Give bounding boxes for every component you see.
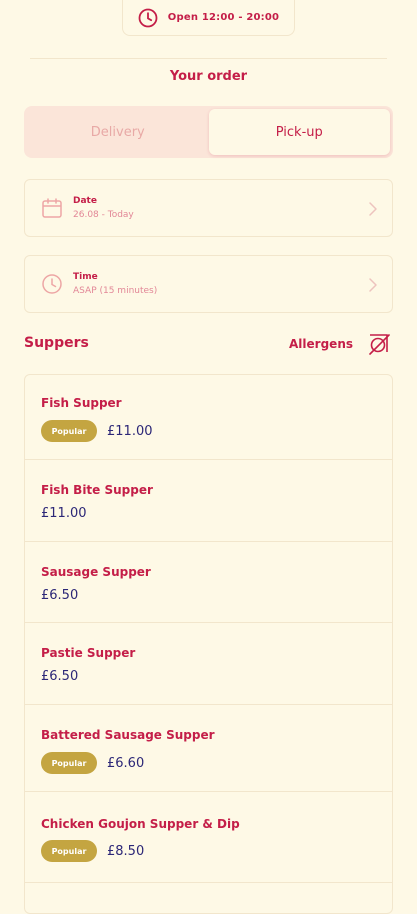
item-price: £11.00	[41, 506, 87, 521]
item-name: Battered Sausage Supper	[41, 728, 215, 742]
menu-item[interactable]: Chicken Goujon Supper & Dip Popular £8.5…	[25, 792, 392, 883]
date-label: Date	[73, 196, 97, 206]
popular-badge: Popular	[41, 752, 97, 774]
clock-icon	[138, 8, 158, 27]
allergens-button[interactable]: Allergens	[289, 337, 353, 351]
item-price: £6.50	[41, 669, 79, 684]
menu-item[interactable]: Fish Bite Supper £11.00	[25, 460, 392, 542]
section-title: Suppers	[24, 335, 89, 351]
menu-list: Fish Supper Popular £11.00 Fish Bite Sup…	[24, 374, 393, 914]
time-picker-text: Time ASAP (15 minutes)	[73, 272, 157, 296]
item-name: Chicken Goujon Supper & Dip	[41, 817, 240, 831]
chevron-right-icon	[369, 202, 377, 216]
item-price-row: Popular £11.00	[41, 420, 153, 442]
item-price-row: £6.50	[41, 669, 78, 684]
pickup-option[interactable]: Pick-up	[208, 109, 390, 155]
time-picker[interactable]: Time ASAP (15 minutes)	[24, 255, 393, 313]
divider	[30, 58, 387, 59]
opening-hours-text: Open 12:00 - 20:00	[167, 12, 280, 23]
menu-item[interactable]: Sausage Supper £6.50	[25, 542, 392, 623]
item-price: £6.60	[107, 755, 145, 771]
delivery-option[interactable]: Delivery	[27, 109, 209, 155]
opening-hours-pill: Open 12:00 - 20:00	[122, 0, 295, 36]
date-picker-text: Date 26.08 - Today	[73, 196, 134, 220]
popular-badge: Popular	[41, 840, 97, 862]
date-value: 26.08 - Today	[73, 210, 134, 220]
menu-item[interactable]: Pastie Supper £6.50	[25, 623, 392, 705]
time-label: Time	[73, 272, 98, 282]
item-price-row: £6.50	[41, 588, 78, 603]
item-price-row: Popular £8.50	[41, 840, 144, 862]
item-price: £11.00	[107, 423, 153, 439]
time-value: ASAP (15 minutes)	[73, 286, 158, 296]
order-mode-toggle: Delivery Pick-up	[24, 106, 393, 158]
item-name: Fish Bite Supper	[41, 483, 153, 497]
item-name: Fish Supper	[41, 396, 122, 410]
item-price: £6.50	[41, 588, 79, 603]
menu-item[interactable]: Fish Supper Popular £11.00	[25, 375, 392, 460]
item-name: Sausage Supper	[41, 565, 151, 579]
menu-item[interactable]: Battered Sausage Supper Popular £6.60	[25, 705, 392, 792]
calendar-icon	[42, 198, 62, 218]
order-heading: Your order	[169, 69, 248, 84]
item-price-row: Popular £6.60	[41, 752, 144, 774]
allergen-icon[interactable]	[366, 331, 392, 357]
popular-badge: Popular	[41, 420, 97, 442]
item-price-row: £11.00	[41, 506, 87, 521]
date-picker[interactable]: Date 26.08 - Today	[24, 179, 393, 237]
item-price: £8.50	[107, 843, 145, 859]
clock-icon	[42, 274, 62, 294]
chevron-right-icon	[369, 278, 377, 292]
item-name: Pastie Supper	[41, 646, 136, 660]
